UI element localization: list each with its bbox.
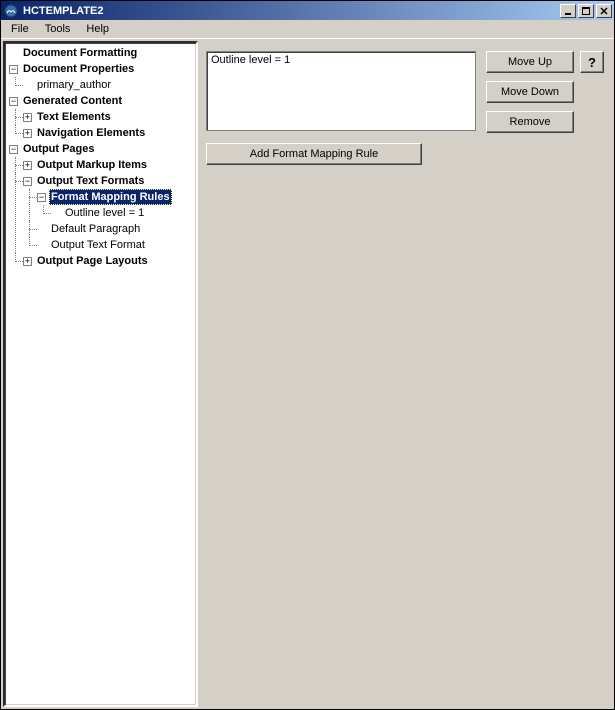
expander-none [9, 49, 18, 58]
rules-listbox[interactable]: Outline level = 1 [206, 51, 476, 131]
close-button[interactable] [596, 4, 612, 18]
tree-node-doc-formatting[interactable]: Document Formatting [9, 45, 196, 61]
move-down-button[interactable]: Move Down [486, 81, 574, 103]
expand-icon[interactable]: + [23, 161, 32, 170]
content-panel: Outline level = 1 Move Up ? Move Down Re… [198, 41, 612, 707]
tree-node-output-text-formats[interactable]: − Output Text Formats [23, 173, 196, 189]
add-format-mapping-rule-button[interactable]: Add Format Mapping Rule [206, 143, 422, 165]
window-title: HCTEMPLATE2 [23, 5, 558, 17]
expand-icon[interactable]: + [23, 113, 32, 122]
menu-help[interactable]: Help [78, 21, 117, 37]
titlebar: HCTEMPLATE2 [1, 1, 614, 20]
tree-node-nav-elements[interactable]: + Navigation Elements [23, 125, 196, 141]
tree-node-output-page-layouts[interactable]: + Output Page Layouts [23, 253, 196, 269]
list-item[interactable]: Outline level = 1 [211, 54, 471, 66]
tree-node-outline-level-1[interactable]: Outline level = 1 [51, 205, 196, 221]
menubar: File Tools Help [1, 20, 614, 39]
expand-icon[interactable]: + [23, 129, 32, 138]
tree-node-generated-content[interactable]: − Generated Content [9, 93, 196, 109]
collapse-icon[interactable]: − [9, 97, 18, 106]
tree-node-output-text-format[interactable]: Output Text Format [37, 237, 196, 253]
tree-panel: Document Formatting − Document Propertie… [3, 41, 198, 707]
move-up-button[interactable]: Move Up [486, 51, 574, 73]
collapse-icon[interactable]: − [23, 177, 32, 186]
menu-tools[interactable]: Tools [37, 21, 79, 37]
collapse-icon[interactable]: − [37, 193, 46, 202]
minimize-button[interactable] [560, 4, 576, 18]
remove-button[interactable]: Remove [486, 111, 574, 133]
tree-node-text-elements[interactable]: + Text Elements [23, 109, 196, 125]
collapse-icon[interactable]: − [9, 65, 18, 74]
app-icon [3, 3, 19, 19]
tree-node-format-mapping-rules[interactable]: − Format Mapping Rules [37, 189, 196, 205]
collapse-icon[interactable]: − [9, 145, 18, 154]
maximize-button[interactable] [578, 4, 594, 18]
help-button[interactable]: ? [580, 51, 604, 73]
expand-icon[interactable]: + [23, 257, 32, 266]
tree-node-output-pages[interactable]: − Output Pages [9, 141, 196, 157]
tree-node-doc-properties[interactable]: − Document Properties [9, 61, 196, 77]
tree-node-default-paragraph[interactable]: Default Paragraph [37, 221, 196, 237]
menu-file[interactable]: File [3, 21, 37, 37]
tree-node-primary-author[interactable]: primary_author [23, 77, 196, 93]
tree-node-output-markup[interactable]: + Output Markup Items [23, 157, 196, 173]
